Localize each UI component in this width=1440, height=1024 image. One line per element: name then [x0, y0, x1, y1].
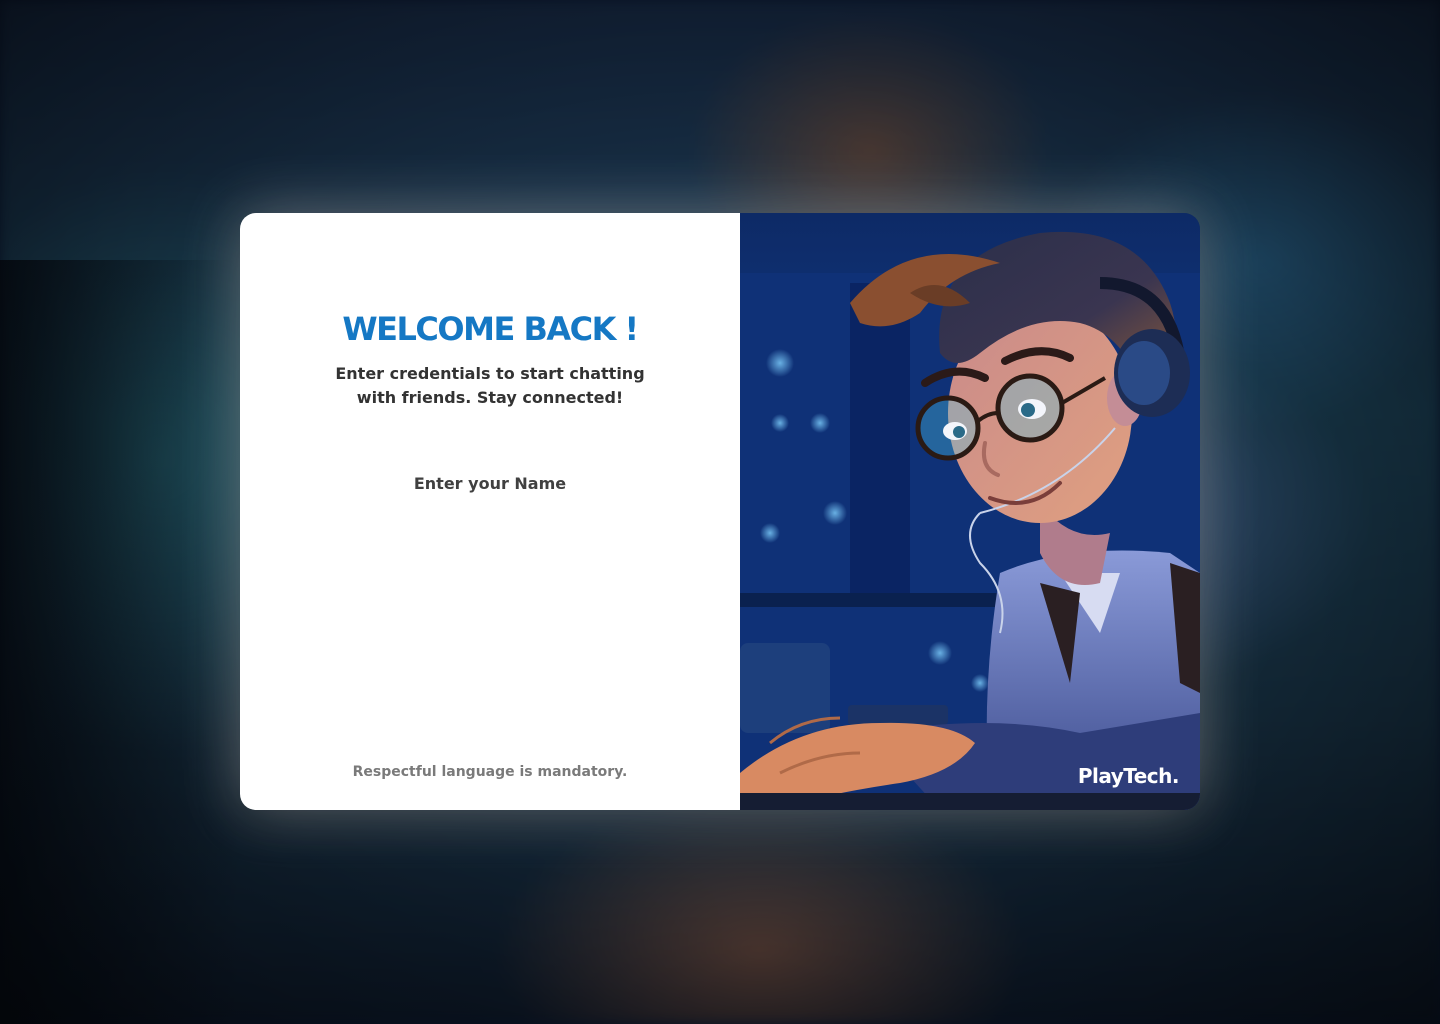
hero-illustration: PlayTech. — [740, 213, 1200, 810]
name-field-label: Enter your Name — [413, 474, 567, 493]
brand-logo: PlayTech. — [1077, 764, 1180, 788]
name-input[interactable] — [340, 507, 640, 547]
footer-note: Respectful language is mandatory. — [352, 764, 628, 780]
developer-illustration — [740, 231, 1200, 810]
login-card: WELCOME BACK ! Enter credentials to star… — [240, 213, 1200, 810]
page-subtitle: Enter credentials to start chatting with… — [335, 364, 645, 407]
page-title: WELCOME BACK ! — [342, 310, 639, 348]
login-form-panel: WELCOME BACK ! Enter credentials to star… — [240, 213, 740, 810]
